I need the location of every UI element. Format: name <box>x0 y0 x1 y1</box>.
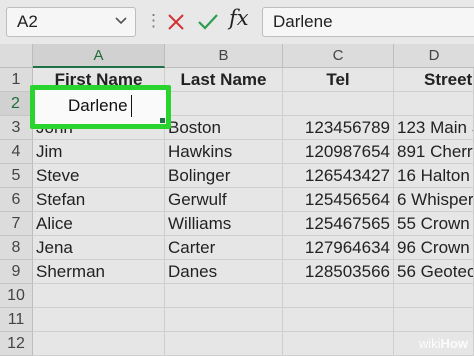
header-cell-last-name[interactable]: Last Name <box>165 68 283 92</box>
row-header-6[interactable]: 6 <box>0 188 33 212</box>
empty-cell[interactable] <box>283 284 394 308</box>
row-header-9[interactable]: 9 <box>0 260 33 284</box>
table-cell[interactable]: Stefan <box>33 188 165 212</box>
table-cell[interactable]: Williams <box>165 212 283 236</box>
table-cell[interactable]: Jim <box>33 140 165 164</box>
insert-function-button[interactable]: fx <box>229 6 249 30</box>
name-box[interactable]: A2 <box>6 7 136 37</box>
table-cell[interactable]: 123456789 <box>283 116 394 140</box>
cancel-icon[interactable] <box>166 12 186 32</box>
table-cell[interactable]: Bolinger <box>165 164 283 188</box>
table-cell[interactable]: 96 Crown <box>394 236 474 260</box>
row-header-1[interactable]: 1 <box>0 68 33 92</box>
table-cell[interactable]: Carter <box>165 236 283 260</box>
table-cell[interactable]: 56 Geotec <box>394 260 474 284</box>
enter-check-icon[interactable] <box>197 12 219 32</box>
name-box-value: A2 <box>17 12 38 31</box>
table-cell[interactable]: 55 Crown <box>394 212 474 236</box>
table-cell[interactable]: Danes <box>165 260 283 284</box>
cell-d2[interactable] <box>394 92 474 116</box>
table-cell[interactable]: 125467565 <box>283 212 394 236</box>
table-cell[interactable]: Steve <box>33 164 165 188</box>
row-header-12[interactable]: 12 <box>0 332 33 356</box>
header-cell-street[interactable]: Street <box>394 68 474 92</box>
text-caret <box>131 95 132 117</box>
table-cell[interactable]: 16 Halton <box>394 164 474 188</box>
chevron-down-icon[interactable] <box>115 17 127 25</box>
empty-cell[interactable] <box>165 284 283 308</box>
row-header-8[interactable]: 8 <box>0 236 33 260</box>
row-header-11[interactable]: 11 <box>0 308 33 332</box>
table-cell[interactable]: 123 Main St <box>394 116 474 140</box>
empty-cell[interactable] <box>33 308 165 332</box>
table-cell[interactable]: 127964634 <box>283 236 394 260</box>
row-header-10[interactable]: 10 <box>0 284 33 308</box>
column-header-d[interactable]: D <box>394 44 474 68</box>
watermark-logo: wikiHow <box>418 336 468 351</box>
formula-value: Darlene <box>273 12 333 31</box>
table-cell[interactable]: Hawkins <box>165 140 283 164</box>
table-cell[interactable]: 125456564 <box>283 188 394 212</box>
empty-cell[interactable] <box>394 284 474 308</box>
table-cell[interactable]: 6 Whisper <box>394 188 474 212</box>
table-cell[interactable]: Jena <box>33 236 165 260</box>
table-cell[interactable]: 126543427 <box>283 164 394 188</box>
active-cell-editor[interactable]: Darlene <box>34 89 167 125</box>
row-header-7[interactable]: 7 <box>0 212 33 236</box>
column-header-b[interactable]: B <box>165 44 283 68</box>
empty-cell[interactable] <box>394 308 474 332</box>
select-all-corner[interactable] <box>0 44 33 68</box>
row-header-5[interactable]: 5 <box>0 164 33 188</box>
empty-cell[interactable] <box>165 308 283 332</box>
table-cell[interactable]: Alice <box>33 212 165 236</box>
row-header-3[interactable]: 3 <box>0 116 33 140</box>
table-cell[interactable]: 891 Cherry <box>394 140 474 164</box>
column-header-c[interactable]: C <box>283 44 394 68</box>
empty-cell[interactable] <box>33 332 165 356</box>
formula-bar: A2 ⋮ fx Darlene <box>0 0 474 45</box>
more-options-icon[interactable]: ⋮ <box>145 9 162 33</box>
table-cell[interactable]: Boston <box>165 116 283 140</box>
cell-b2[interactable] <box>165 92 283 116</box>
row-header-4[interactable]: 4 <box>0 140 33 164</box>
empty-cell[interactable] <box>283 332 394 356</box>
row-header-2[interactable]: 2 <box>0 92 33 116</box>
empty-cell[interactable] <box>165 332 283 356</box>
header-cell-tel[interactable]: Tel <box>283 68 394 92</box>
empty-cell[interactable] <box>33 284 165 308</box>
column-header-a[interactable]: A <box>33 44 165 68</box>
table-cell[interactable]: Gerwulf <box>165 188 283 212</box>
table-cell[interactable]: 128503566 <box>283 260 394 284</box>
formula-input[interactable]: Darlene <box>262 7 474 37</box>
fill-handle[interactable] <box>160 118 165 123</box>
empty-cell[interactable] <box>283 308 394 332</box>
table-cell[interactable]: Sherman <box>33 260 165 284</box>
cell-c2[interactable] <box>283 92 394 116</box>
table-cell[interactable]: 120987654 <box>283 140 394 164</box>
active-cell-value: Darlene <box>68 96 128 115</box>
